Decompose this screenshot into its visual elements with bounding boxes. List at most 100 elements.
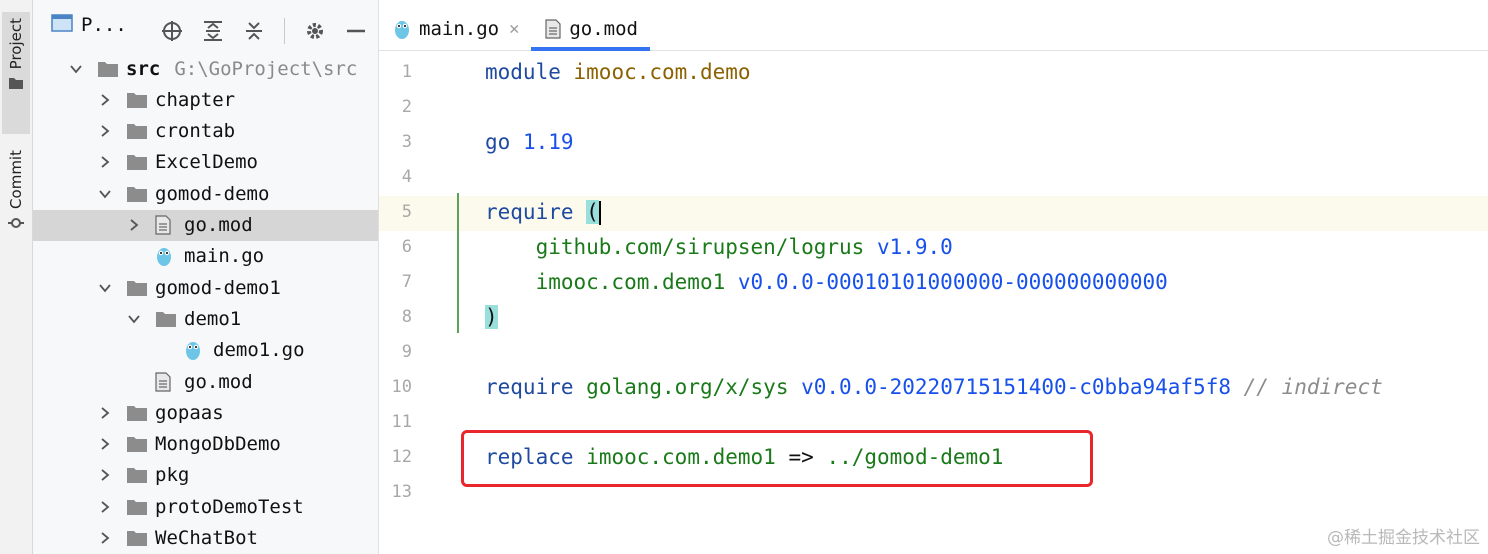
line-number: 6 bbox=[401, 237, 412, 257]
code-line-6[interactable]: github.com/sirupsen/logrus v1.9.0 bbox=[485, 235, 953, 259]
tree-item-gomod-demo[interactable]: gomod-demo bbox=[33, 178, 378, 209]
tree-item-path: G:\GoProject\src bbox=[174, 57, 358, 80]
minimize-icon[interactable] bbox=[345, 20, 367, 42]
project-panel: P... src G:\GoProject\src chapter crontab Ex… bbox=[33, 0, 379, 554]
line-number: 13 bbox=[391, 482, 412, 502]
code-line-7[interactable]: imooc.com.demo1 v0.0.0-00010101000000-00… bbox=[485, 270, 1168, 294]
tree-item-label: MongoDbDemo bbox=[155, 433, 281, 456]
folder-icon bbox=[126, 435, 148, 453]
project-panel-title[interactable]: P... bbox=[81, 14, 127, 36]
folder-icon bbox=[126, 122, 148, 140]
close-icon[interactable]: ✕ bbox=[509, 19, 519, 39]
folder-icon bbox=[126, 91, 148, 109]
code-line-10[interactable]: require golang.org/x/sys v0.0.0-20220715… bbox=[485, 375, 1383, 399]
tree-item-crontab[interactable]: crontab bbox=[33, 116, 378, 147]
tree-item-mongodbdemo[interactable]: MongoDbDemo bbox=[33, 429, 378, 460]
line-number: 3 bbox=[401, 132, 412, 152]
line-number: 12 bbox=[391, 447, 412, 467]
gear-icon[interactable] bbox=[304, 20, 326, 42]
tree-item-demo1-go[interactable]: demo1.go bbox=[33, 335, 378, 366]
chevron-right-icon[interactable] bbox=[98, 155, 112, 169]
tree-item-label: crontab bbox=[155, 120, 236, 143]
tree-item-label: src G:\GoProject\src bbox=[126, 57, 358, 80]
folder-icon bbox=[155, 310, 177, 328]
chevron-right-icon[interactable] bbox=[98, 500, 112, 514]
chevron-right-icon[interactable] bbox=[98, 531, 112, 545]
tree-item-label: gomod-demo1 bbox=[155, 276, 281, 299]
code-line-5[interactable]: require ( bbox=[485, 200, 601, 225]
code-line-8[interactable]: ) bbox=[485, 305, 498, 329]
tree-item-go-mod[interactable]: go.mod bbox=[33, 366, 378, 397]
tab-main-go[interactable]: main.go ✕ bbox=[379, 8, 531, 50]
chevron-down-icon[interactable] bbox=[98, 281, 112, 295]
chevron-right-icon[interactable] bbox=[98, 437, 112, 451]
tree-item-demo1[interactable]: demo1 bbox=[33, 303, 378, 334]
tree-item-label: demo1.go bbox=[213, 339, 305, 362]
tree-item-label: WeChatBot bbox=[155, 527, 258, 549]
line-number: 4 bbox=[401, 167, 412, 187]
tree-item-label: gopaas bbox=[155, 401, 224, 424]
mod-file-icon bbox=[155, 215, 171, 235]
tree-item-label: demo1 bbox=[184, 307, 242, 330]
code-line-3[interactable]: go 1.19 bbox=[485, 130, 574, 154]
code-line-1[interactable]: module imooc.com.demo bbox=[485, 60, 751, 84]
tool-window-strip: Project Commit bbox=[0, 0, 33, 554]
watermark: @稀土掘金技术社区 bbox=[1327, 528, 1480, 548]
tree-item-protodemotest[interactable]: protoDemoTest bbox=[33, 491, 378, 522]
folder-icon bbox=[126, 466, 148, 484]
folder-icon bbox=[126, 185, 148, 203]
project-tool-tab[interactable]: Project bbox=[2, 12, 30, 134]
open-paren-match: ( bbox=[586, 200, 599, 224]
tree-item-chapter[interactable]: chapter bbox=[33, 84, 378, 115]
line-number: 7 bbox=[401, 272, 412, 292]
folder-icon bbox=[126, 498, 148, 516]
gopher-icon bbox=[393, 18, 411, 40]
line-number: 5 bbox=[401, 202, 412, 222]
folder-icon bbox=[126, 153, 148, 171]
crosshair-icon[interactable] bbox=[161, 20, 183, 42]
tree-item-main-go[interactable]: main.go bbox=[33, 241, 378, 272]
line-number: 1 bbox=[401, 62, 412, 82]
folder-icon bbox=[97, 60, 119, 78]
tree-item-gomod-demo1[interactable]: gomod-demo1 bbox=[33, 272, 378, 303]
project-tool-label: Project bbox=[7, 18, 25, 70]
chevron-down-icon[interactable] bbox=[127, 312, 141, 326]
tree-item-label: go.mod bbox=[184, 214, 253, 236]
chevron-right-icon[interactable] bbox=[98, 468, 112, 482]
line-number: 8 bbox=[401, 307, 412, 327]
fold-indicator bbox=[457, 193, 459, 333]
tree-item-gopaas[interactable]: gopaas bbox=[33, 397, 378, 428]
tab-main-go-label: main.go bbox=[419, 18, 500, 40]
folder-icon bbox=[126, 529, 148, 547]
chevron-down-icon[interactable] bbox=[98, 187, 112, 201]
chevron-right-icon[interactable] bbox=[127, 218, 141, 232]
chevron-right-icon[interactable] bbox=[98, 93, 112, 107]
chevron-right-icon[interactable] bbox=[98, 406, 112, 420]
commit-tool-tab[interactable]: Commit bbox=[2, 150, 30, 240]
line-number: 2 bbox=[401, 97, 412, 117]
tree-item-go-mod[interactable]: go.mod bbox=[33, 209, 378, 241]
tree-item-label: gomod-demo bbox=[155, 182, 270, 205]
tab-go-mod[interactable]: go.mod bbox=[531, 8, 650, 51]
line-number: 10 bbox=[391, 377, 412, 397]
folder-icon bbox=[126, 404, 148, 422]
tree-item-label: ExcelDemo bbox=[155, 151, 258, 174]
chevron-right-icon[interactable] bbox=[98, 124, 112, 138]
tree-item-pkg[interactable]: pkg bbox=[33, 460, 378, 491]
mod-file-icon bbox=[155, 371, 171, 392]
editor-tab-bar: main.go ✕ go.mod bbox=[379, 8, 1488, 51]
expand-all-icon[interactable] bbox=[202, 20, 224, 42]
folder-icon bbox=[126, 279, 148, 297]
tree-item-label: main.go bbox=[184, 245, 265, 268]
tree-item-label: pkg bbox=[155, 464, 190, 487]
close-paren-match: ) bbox=[485, 305, 498, 329]
tab-go-mod-label: go.mod bbox=[569, 18, 638, 40]
tree-item-label: go.mod bbox=[184, 370, 253, 393]
collapse-all-icon[interactable] bbox=[243, 20, 265, 42]
tree-item-src[interactable]: src G:\GoProject\src bbox=[33, 53, 378, 84]
tree-item-wechatbot[interactable]: WeChatBot bbox=[33, 523, 378, 554]
commit-icon bbox=[8, 215, 24, 234]
tree-item-exceldemo[interactable]: ExcelDemo bbox=[33, 147, 378, 178]
text-caret bbox=[598, 201, 601, 225]
chevron-down-icon[interactable] bbox=[69, 62, 83, 76]
